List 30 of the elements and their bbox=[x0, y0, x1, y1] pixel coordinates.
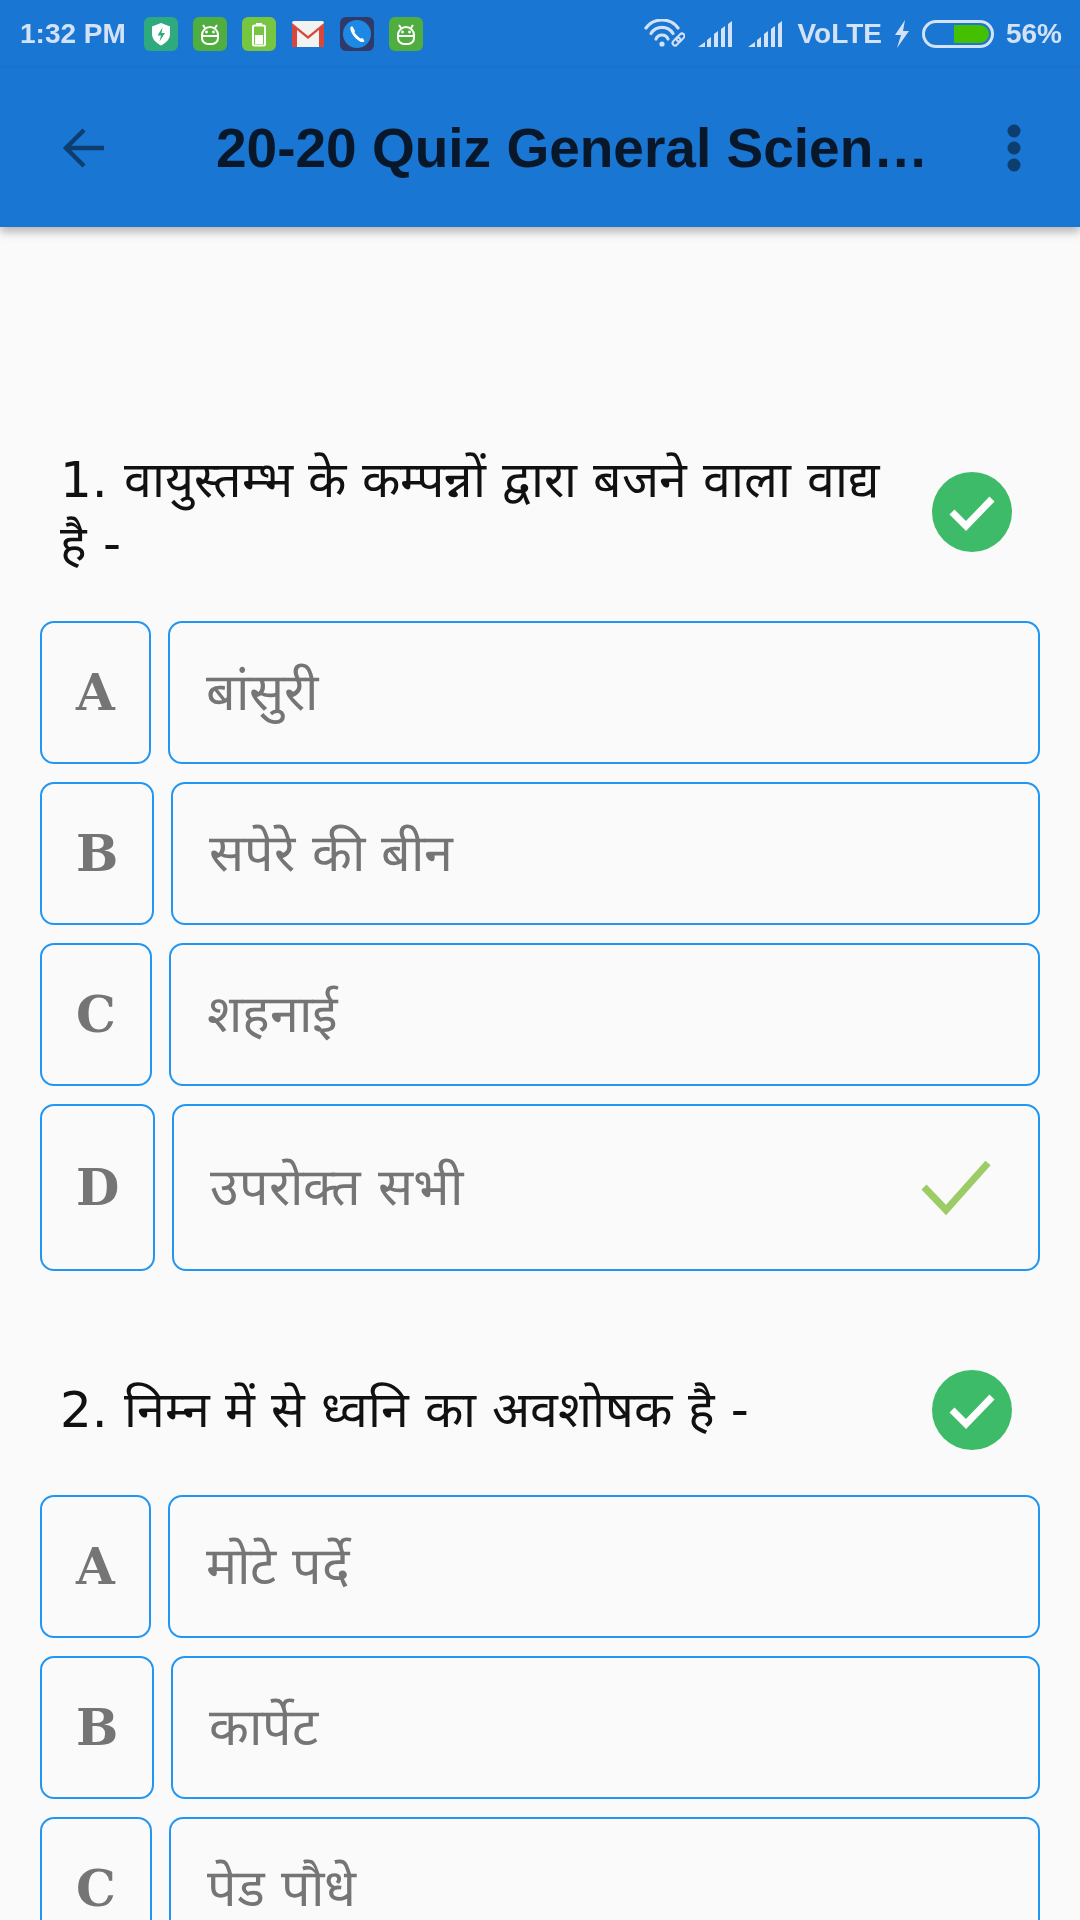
battery-icon bbox=[921, 20, 994, 48]
option-letter-button[interactable]: C bbox=[40, 1817, 152, 1920]
option-button[interactable]: पेड पौधे bbox=[168, 1817, 1040, 1920]
question-text: 1. वायुस्तम्भ के कम्पन्नों द्वारा बजने वाला वाद्य है - bbox=[60, 450, 882, 575]
robot-icon bbox=[388, 17, 423, 51]
app-bar-title: 20-20 Quiz General Scien… bbox=[216, 115, 929, 180]
option-letter-button[interactable]: D bbox=[40, 1104, 156, 1271]
option-button[interactable]: मोटे पर्दे bbox=[167, 1495, 1040, 1638]
battery-app-icon bbox=[241, 17, 276, 51]
question-text: 2. निम्न में से ध्वनि का अवशोषक है - bbox=[60, 1380, 750, 1441]
network-type-label: VoLTE bbox=[797, 18, 882, 50]
shield-icon bbox=[143, 17, 178, 51]
option-letter-button[interactable]: C bbox=[40, 943, 152, 1086]
wifi-icon bbox=[643, 19, 686, 49]
charging-bolt-icon bbox=[893, 20, 910, 48]
option-letter-button[interactable]: A bbox=[40, 621, 151, 764]
option-button[interactable]: शहनाई bbox=[168, 943, 1040, 1086]
mail-icon bbox=[290, 20, 325, 48]
robot-icon bbox=[192, 17, 227, 51]
battery-percentage: 56% bbox=[1005, 18, 1062, 50]
option-letter-button[interactable]: B bbox=[40, 1656, 155, 1799]
phone-icon bbox=[339, 17, 374, 51]
status-time: 1:32 PM bbox=[20, 18, 126, 50]
option-button[interactable]: बांसुरी bbox=[167, 621, 1040, 764]
option-letter-button[interactable]: A bbox=[40, 1495, 151, 1638]
option-letter-button[interactable]: B bbox=[40, 782, 155, 925]
option-button[interactable]: सपेरे की बीन bbox=[171, 782, 1040, 925]
more-vertical-icon bbox=[1007, 123, 1021, 172]
option-button[interactable]: उपरोक्त सभी bbox=[172, 1104, 1040, 1271]
option-button[interactable]: कार्पेट bbox=[171, 1656, 1040, 1799]
